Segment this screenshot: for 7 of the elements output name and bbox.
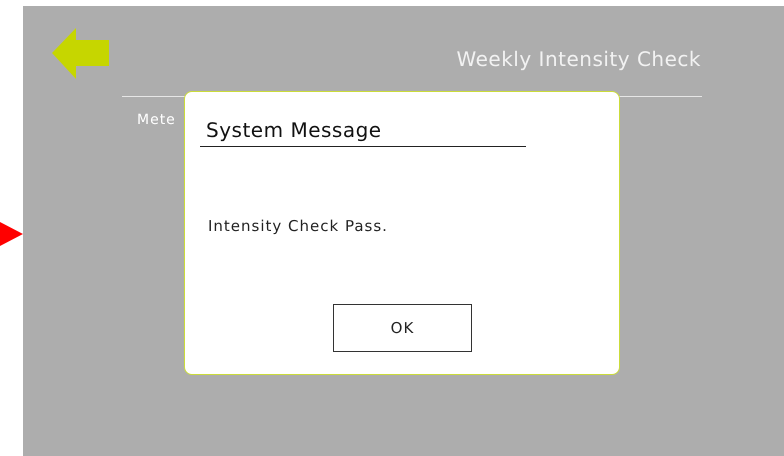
back-button[interactable] — [52, 28, 110, 80]
ok-button[interactable]: OK — [333, 304, 472, 352]
screen-title: Weekly Intensity Check — [456, 47, 701, 71]
dialog-message: Intensity Check Pass. — [208, 217, 388, 235]
pointer-triangle-icon — [0, 222, 23, 246]
field-label: Mete — [137, 112, 176, 128]
dialog-title: System Message — [200, 118, 526, 147]
